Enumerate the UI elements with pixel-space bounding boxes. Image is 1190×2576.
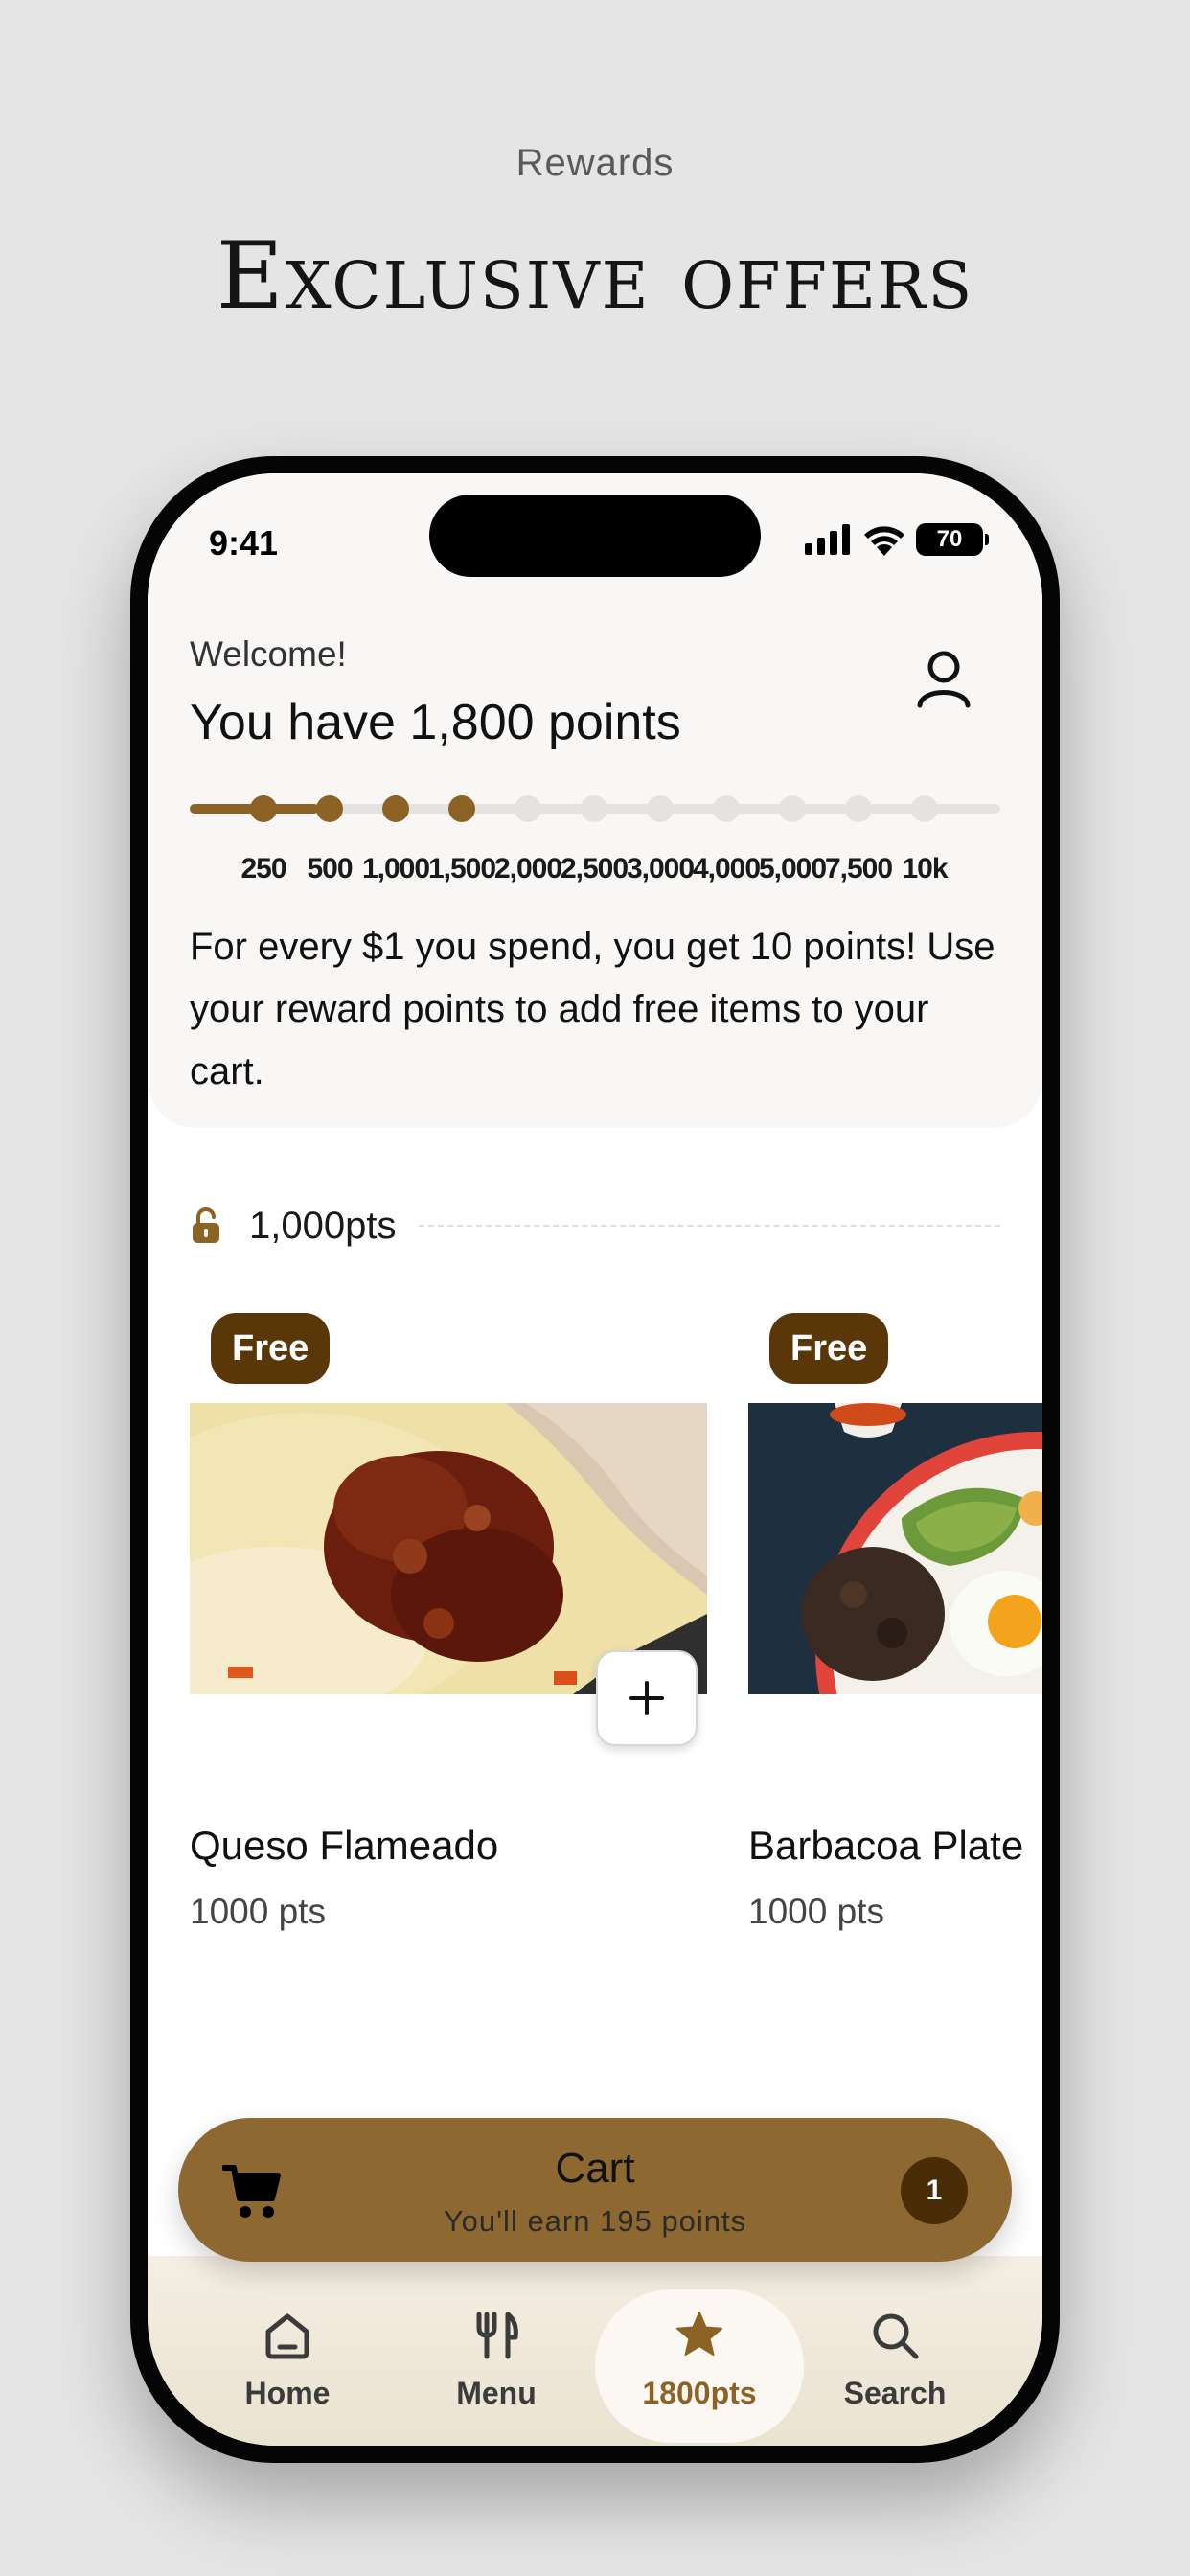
- milestone-dot: [911, 795, 938, 822]
- milestone-dot: [779, 795, 806, 822]
- phone-frame: 9:41 70 Welcome! You have 1,800 points 2…: [130, 456, 1060, 2463]
- milestone-dot: [250, 795, 277, 822]
- free-badge: Free: [211, 1313, 331, 1384]
- battery-indicator: 70: [916, 523, 989, 556]
- dynamic-island: [429, 494, 761, 577]
- plus-icon: [629, 1681, 664, 1715]
- points-headline: You have 1,800 points: [190, 695, 681, 750]
- status-time: 9:41: [209, 523, 279, 563]
- wifi-icon: [864, 526, 904, 556]
- welcome-text: Welcome!: [190, 634, 347, 674]
- nav-label: Home: [244, 2376, 331, 2410]
- search-icon: [873, 2313, 919, 2359]
- item-price: 1000 pts: [748, 1892, 884, 1931]
- nav-points[interactable]: 1800pts: [595, 2289, 804, 2443]
- free-badge: Free: [769, 1313, 889, 1384]
- item-name: Barbacoa Plate: [748, 1823, 1024, 1868]
- signal-icon: [805, 524, 850, 555]
- tier-header: 1,000pts: [190, 1197, 1000, 1254]
- star-icon: [676, 2312, 722, 2356]
- cart-title: Cart: [555, 2145, 635, 2192]
- milestone-dot: [713, 795, 740, 822]
- points-info-text: For every $1 you spend, you get 10 point…: [190, 926, 995, 1092]
- nav-label: 1800pts: [642, 2376, 757, 2410]
- item-price: 1000 pts: [190, 1892, 326, 1931]
- milestone-dot: [515, 795, 541, 822]
- nav-menu[interactable]: Menu: [400, 2289, 592, 2443]
- tier-label: 1,000pts: [249, 1204, 397, 1247]
- nav-label: Search: [843, 2376, 947, 2410]
- milestone-dot: [647, 795, 674, 822]
- status-icons: 70: [805, 523, 989, 556]
- unlock-icon: [193, 1208, 219, 1243]
- milestone-dot: [448, 795, 475, 822]
- milestone-dot: [845, 795, 872, 822]
- home-icon: [265, 2313, 309, 2359]
- milestone-dot: [581, 795, 607, 822]
- promo-title: Exclusive offers: [216, 222, 974, 330]
- nav-label: Menu: [456, 2376, 537, 2410]
- points-progress-track: [190, 795, 1000, 822]
- cart-button[interactable]: Cart You'll earn 195 points 1: [178, 2118, 1012, 2262]
- milestone-label: 10k: [902, 853, 948, 885]
- cart-subtitle: You'll earn 195 points: [443, 2204, 747, 2238]
- cart-count-badge: 1: [901, 2157, 968, 2224]
- nav-search[interactable]: Search: [799, 2289, 991, 2443]
- tier-divider: [419, 1225, 1000, 1227]
- milestone-dot: [382, 795, 409, 822]
- person-icon[interactable]: [910, 646, 977, 713]
- barbacoa-plate-image: [748, 1403, 1042, 1694]
- item-name: Queso Flameado: [190, 1823, 499, 1868]
- rewards-header-panel: 9:41 70 Welcome! You have 1,800 points 2…: [148, 473, 1042, 1128]
- fork-knife-icon: [476, 2312, 518, 2359]
- promo-kicker: Rewards: [515, 142, 675, 184]
- nav-home[interactable]: Home: [192, 2289, 383, 2443]
- phone-screen: 9:41 70 Welcome! You have 1,800 points 2…: [148, 473, 1042, 2446]
- milestone-dot: [316, 795, 343, 822]
- add-item-button[interactable]: [596, 1650, 698, 1746]
